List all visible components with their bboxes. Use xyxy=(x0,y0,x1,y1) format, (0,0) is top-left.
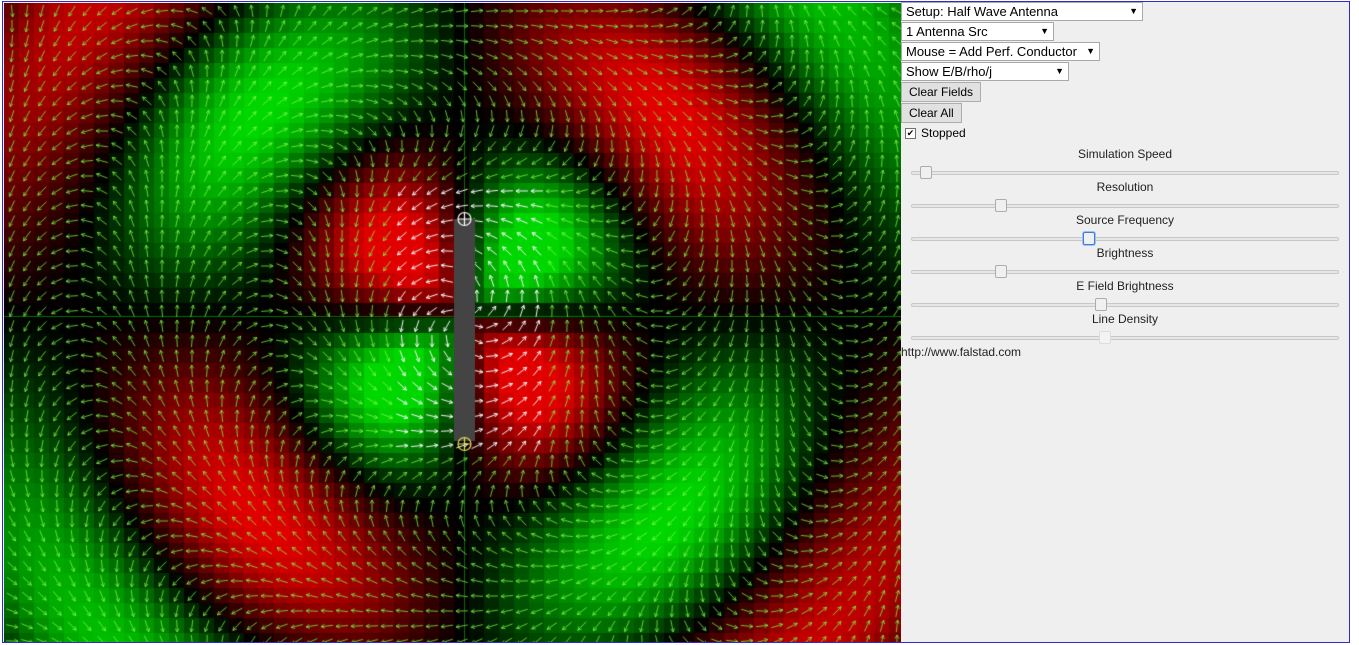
display-select[interactable]: Show E/B/rho/j ▼ xyxy=(901,62,1069,81)
source-select-label: 1 Antenna Src xyxy=(906,24,988,39)
website-link[interactable]: http://www.falstad.com xyxy=(901,345,1021,359)
dropdown-arrow-icon: ▼ xyxy=(1086,46,1095,56)
stopped-label: Stopped xyxy=(921,126,966,140)
setup-select[interactable]: Setup: Half Wave Antenna ▼ xyxy=(901,2,1143,21)
slider-thumb[interactable] xyxy=(1083,232,1095,245)
setup-select-label: Setup: Half Wave Antenna xyxy=(906,4,1059,19)
slider-label: Resolution xyxy=(1096,180,1154,194)
field-simulation-canvas[interactable] xyxy=(4,3,901,642)
app-frame: Setup: Half Wave Antenna ▼ 1 Antenna Src… xyxy=(2,1,1350,643)
slider-label: Source Frequency xyxy=(1075,213,1175,227)
control-panel: Setup: Half Wave Antenna ▼ 1 Antenna Src… xyxy=(901,2,1349,642)
slider-label: E Field Brightness xyxy=(1076,279,1174,293)
slider-label: Line Density xyxy=(1091,312,1159,326)
mouse-mode-select-label: Mouse = Add Perf. Conductor xyxy=(906,44,1077,59)
clear-fields-button[interactable]: Clear Fields xyxy=(901,82,982,102)
slider-track[interactable] xyxy=(911,265,1339,278)
slider-thumb[interactable] xyxy=(1095,298,1107,311)
slider-thumb[interactable] xyxy=(995,199,1007,212)
slider-track[interactable] xyxy=(911,298,1339,311)
dropdown-arrow-icon: ▼ xyxy=(1129,6,1138,16)
slider-thumb[interactable] xyxy=(920,166,932,179)
slider-thumb[interactable] xyxy=(995,265,1007,278)
mouse-mode-select[interactable]: Mouse = Add Perf. Conductor ▼ xyxy=(901,42,1100,61)
stopped-checkbox[interactable]: ✔ xyxy=(905,127,916,139)
clear-all-button[interactable]: Clear All xyxy=(901,103,962,123)
dropdown-arrow-icon: ▼ xyxy=(1040,26,1049,36)
field-visualization[interactable] xyxy=(4,3,901,642)
source-select[interactable]: 1 Antenna Src ▼ xyxy=(901,22,1054,41)
slider-track[interactable] xyxy=(911,199,1339,212)
slider-thumb[interactable] xyxy=(1099,331,1111,344)
display-select-label: Show E/B/rho/j xyxy=(906,64,992,79)
slider-label: Brightness xyxy=(1096,246,1154,260)
slider-track[interactable] xyxy=(911,331,1339,344)
stopped-toggle[interactable]: ✔ Stopped xyxy=(905,125,966,141)
slider-label: Simulation Speed xyxy=(1077,147,1173,161)
slider-track[interactable] xyxy=(911,166,1339,179)
dropdown-arrow-icon: ▼ xyxy=(1055,66,1064,76)
slider-track[interactable] xyxy=(911,232,1339,245)
